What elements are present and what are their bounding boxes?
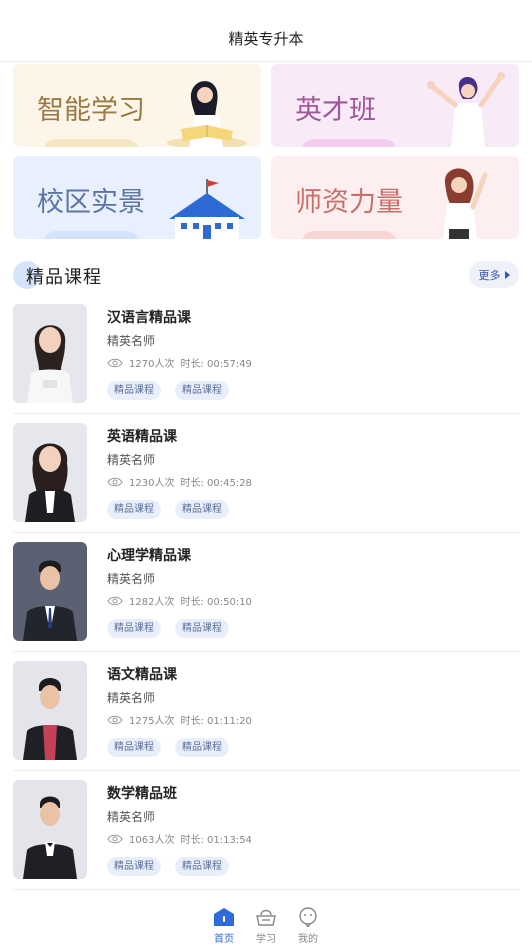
course-title: 语文精品课 [107,667,177,683]
study-basket-icon [255,906,277,928]
card-smart-learning[interactable]: 智能学习 [13,64,261,147]
school-building-illustration-icon [169,179,245,239]
card-label: 校区实景 [37,187,145,218]
tab-study[interactable]: 学习 [246,906,286,945]
card-pill-decoration [301,139,397,147]
course-item[interactable]: 英语精品课 精英名师 1230人次 时长: 00:45:28 精品课程 精品课程 [13,414,519,533]
card-pill-decoration [301,231,397,239]
course-tag: 精品课程 [107,857,161,876]
home-icon [213,906,235,928]
view-count: 1270人次 [129,359,175,370]
eye-icon [107,715,123,725]
course-meta: 1282人次 时长: 00:50:10 [107,593,252,608]
teacher-photo-icon [13,661,87,760]
page-title: 精英专升本 [228,30,304,48]
course-thumbnail [13,423,87,522]
more-button[interactable]: 更多 [469,261,519,288]
course-item[interactable]: 心理学精品课 精英名师 1282人次 时长: 00:50:10 精品课程 精品课… [13,533,519,652]
teacher-photo-icon [13,780,87,879]
eye-icon [107,358,123,368]
course-tag: 精品课程 [107,619,161,638]
course-thumbnail [13,661,87,760]
course-teacher: 精英名师 [107,810,156,824]
course-tags: 精品课程 精品课程 [107,857,229,876]
eye-icon [107,834,123,844]
tab-label: 首页 [214,934,234,945]
course-meta: 1270人次 时长: 00:57:49 [107,355,252,370]
course-tag: 精品课程 [107,500,161,519]
course-duration: 时长: 00:45:28 [180,478,252,489]
course-tag: 精品课程 [175,619,229,638]
course-thumbnail [13,780,87,879]
course-tags: 精品课程 精品课程 [107,738,229,757]
app-root: 精英专升本 智能学习 英才班 校区实景 师资力量 精品课程 更多 汉语言精品课 … [0,0,532,946]
course-teacher: 精英名师 [107,691,156,705]
course-duration: 时长: 00:57:49 [180,359,252,370]
teacher-photo-icon [13,423,87,522]
eye-icon [107,477,123,487]
top-header: 精英专升本 [0,0,532,62]
course-tag: 精品课程 [175,857,229,876]
play-arrow-icon [504,270,510,279]
eye-icon [107,596,123,606]
card-label: 师资力量 [295,187,403,218]
course-tags: 精品课程 精品课程 [107,619,229,638]
section-title: 精品课程 [26,267,102,288]
view-count: 1230人次 [129,478,175,489]
course-title: 数学精品班 [107,786,177,802]
course-tag: 精品课程 [107,381,161,400]
course-tag: 精品课程 [107,738,161,757]
course-teacher: 精英名师 [107,572,156,586]
course-title: 英语精品课 [107,429,177,445]
course-title: 心理学精品课 [107,548,191,564]
course-meta: 1063人次 时长: 01:13:54 [107,831,252,846]
card-label: 英才班 [295,95,376,126]
featured-courses-header: 精品课程 更多 [13,258,519,290]
course-duration: 时长: 00:50:10 [180,597,252,608]
course-teacher: 精英名师 [107,453,156,467]
course-duration: 时长: 01:13:54 [180,835,252,846]
course-item[interactable]: 语文精品课 精英名师 1275人次 时长: 01:11:20 精品课程 精品课程 [13,652,519,771]
view-count: 1282人次 [129,597,175,608]
more-label: 更多 [478,268,501,282]
tab-mine[interactable]: 我的 [288,906,328,945]
card-elite-class[interactable]: 英才班 [271,64,519,147]
view-count: 1063人次 [129,835,175,846]
view-count: 1275人次 [129,716,175,727]
teacher-illustration-icon [443,168,488,239]
teacher-photo-icon [13,542,87,641]
course-tag: 精品课程 [175,381,229,400]
category-cards: 智能学习 英才班 校区实景 师资力量 [13,64,519,240]
tab-home[interactable]: 首页 [204,906,244,945]
course-tag: 精品课程 [175,500,229,519]
course-list: 汉语言精品课 精英名师 1270人次 时长: 00:57:49 精品课程 精品课… [13,295,519,890]
course-tags: 精品课程 精品课程 [107,500,229,519]
tab-label: 学习 [256,934,276,945]
course-thumbnail [13,304,87,403]
course-teacher: 精英名师 [107,334,156,348]
course-title: 汉语言精品课 [107,310,191,326]
bottom-tab-bar: 首页 学习 我的 [0,898,532,946]
tab-label: 我的 [298,934,318,945]
course-item[interactable]: 汉语言精品课 精英名师 1270人次 时长: 00:57:49 精品课程 精品课… [13,295,519,414]
card-pill-decoration [43,139,139,147]
course-item[interactable]: 数学精品班 精英名师 1063人次 时长: 01:13:54 精品课程 精品课程 [13,771,519,890]
course-meta: 1230人次 时长: 00:45:28 [107,474,252,489]
course-thumbnail [13,542,87,641]
card-teaching-staff[interactable]: 师资力量 [271,156,519,239]
teacher-photo-icon [13,304,87,403]
card-pill-decoration [43,231,139,239]
cheering-student-illustration-icon [427,72,505,147]
card-campus-scenes[interactable]: 校区实景 [13,156,261,239]
course-duration: 时长: 01:11:20 [180,716,252,727]
student-reading-illustration-icon [167,81,247,147]
course-meta: 1275人次 时长: 01:11:20 [107,712,252,727]
user-face-icon [297,906,319,928]
card-label: 智能学习 [37,95,145,126]
course-tags: 精品课程 精品课程 [107,381,229,400]
course-tag: 精品课程 [175,738,229,757]
